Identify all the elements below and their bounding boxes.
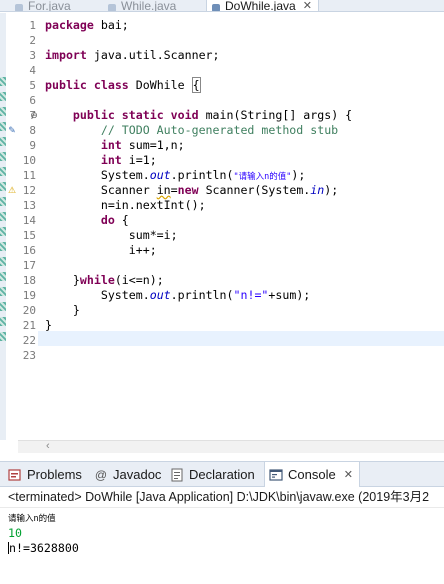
line-number: 4 (29, 64, 36, 77)
code-line: // TODO Auto-generated method stub (100, 123, 339, 137)
line-number: 10 (22, 154, 36, 167)
editor-tab-bar: For.java While.java DoWhile.java ✕ (0, 0, 444, 12)
line-number: 2 (29, 34, 36, 47)
tab-for-java[interactable]: For.java (14, 0, 71, 12)
line-number: 11 (22, 169, 36, 182)
tab-problems[interactable]: Problems (8, 462, 82, 487)
java-file-icon (107, 3, 117, 11)
java-file-icon (211, 3, 221, 11)
problems-icon (8, 468, 22, 482)
console-output[interactable]: 请输入n的值 10 n!=3628800 (0, 507, 444, 584)
tab-declaration[interactable]: Declaration (170, 462, 255, 487)
views-tab-bar: Problems @ Javadoc Declaration Console ✕ (0, 461, 444, 487)
line-number: 16 (22, 244, 36, 257)
java-file-icon (14, 3, 24, 11)
code-line: }while(i<=n); (72, 273, 164, 287)
console-input-line: 10 (8, 526, 22, 540)
line-number: 22 (22, 334, 36, 347)
tab-javadoc[interactable]: @ Javadoc (94, 462, 162, 487)
current-line-highlight (38, 331, 444, 346)
line-number: 17 (22, 259, 36, 272)
line-number: 15 (22, 229, 36, 242)
code-line: Scanner in=new Scanner(System.in); (100, 183, 339, 197)
line-number: 13 (22, 199, 36, 212)
code-editor[interactable]: 1 2 3 4 5 6 7 8 9 10 11 12 13 14 15 16 1… (0, 13, 444, 453)
warning-icon[interactable]: ⚠ (7, 185, 17, 195)
declaration-icon (170, 468, 184, 482)
code-line: package bai; (45, 18, 129, 32)
tab-dowhile-java[interactable]: DoWhile.java ✕ (206, 0, 319, 12)
line-number: 5 (29, 79, 36, 92)
close-icon[interactable]: ✕ (344, 468, 353, 481)
tab-label: DoWhile.java (225, 0, 296, 12)
line-number: 12 (22, 184, 36, 197)
scroll-left-icon[interactable]: ‹ (46, 440, 50, 452)
code-line: } (72, 303, 80, 317)
console-status: <terminated> DoWhile [Java Application] … (0, 487, 444, 507)
code-line: i++; (128, 243, 157, 257)
line-number: 19 (22, 289, 36, 302)
code-line: do { (100, 213, 129, 227)
line-number: 8 (29, 124, 36, 137)
tab-label: For.java (28, 0, 71, 12)
close-icon[interactable]: ✕ (303, 0, 312, 11)
line-number: 3 (29, 49, 36, 62)
code-line: import java.util.Scanner; (45, 48, 220, 62)
line-number: 6 (29, 94, 36, 107)
tab-label: Javadoc (113, 467, 162, 482)
code-line: int i=1; (100, 153, 157, 167)
at-icon: @ (94, 467, 108, 482)
line-number: 18 (22, 274, 36, 287)
code-line: public static void main(String[] args) { (72, 108, 353, 122)
line-number: 21 (22, 319, 36, 332)
fold-collapse-icon[interactable]: ⊖ (29, 110, 39, 120)
horizontal-scrollbar[interactable]: ‹ (18, 440, 444, 453)
line-number: 9 (29, 139, 36, 152)
tab-label: While.java (121, 0, 177, 12)
tab-console[interactable]: Console ✕ (264, 462, 360, 487)
line-number: 20 (22, 304, 36, 317)
tab-while-java[interactable]: While.java (107, 0, 177, 12)
line-numbers: 1 2 3 4 5 6 7 8 9 10 11 12 13 14 15 16 1… (6, 13, 38, 440)
line-number: 14 (22, 214, 36, 227)
code-line: } (45, 318, 52, 332)
console-line: n!=3628800 (8, 541, 79, 555)
tab-label: Console (288, 467, 336, 482)
code-line: public class DoWhile { (45, 77, 201, 93)
code-line: sum*=i; (128, 228, 178, 242)
task-marker-icon[interactable]: ✎ (7, 125, 17, 135)
line-number: 23 (22, 349, 36, 362)
console-icon (269, 468, 283, 482)
console-line: 请输入n的值 (8, 514, 56, 524)
line-number: 1 (29, 19, 36, 32)
code-line: int sum=1,n; (100, 138, 185, 152)
code-line: n=in.nextInt(); (100, 198, 206, 212)
code-line: System.out.println("n!="+sum); (100, 288, 311, 302)
tab-label: Declaration (189, 467, 255, 482)
tab-label: Problems (27, 467, 82, 482)
